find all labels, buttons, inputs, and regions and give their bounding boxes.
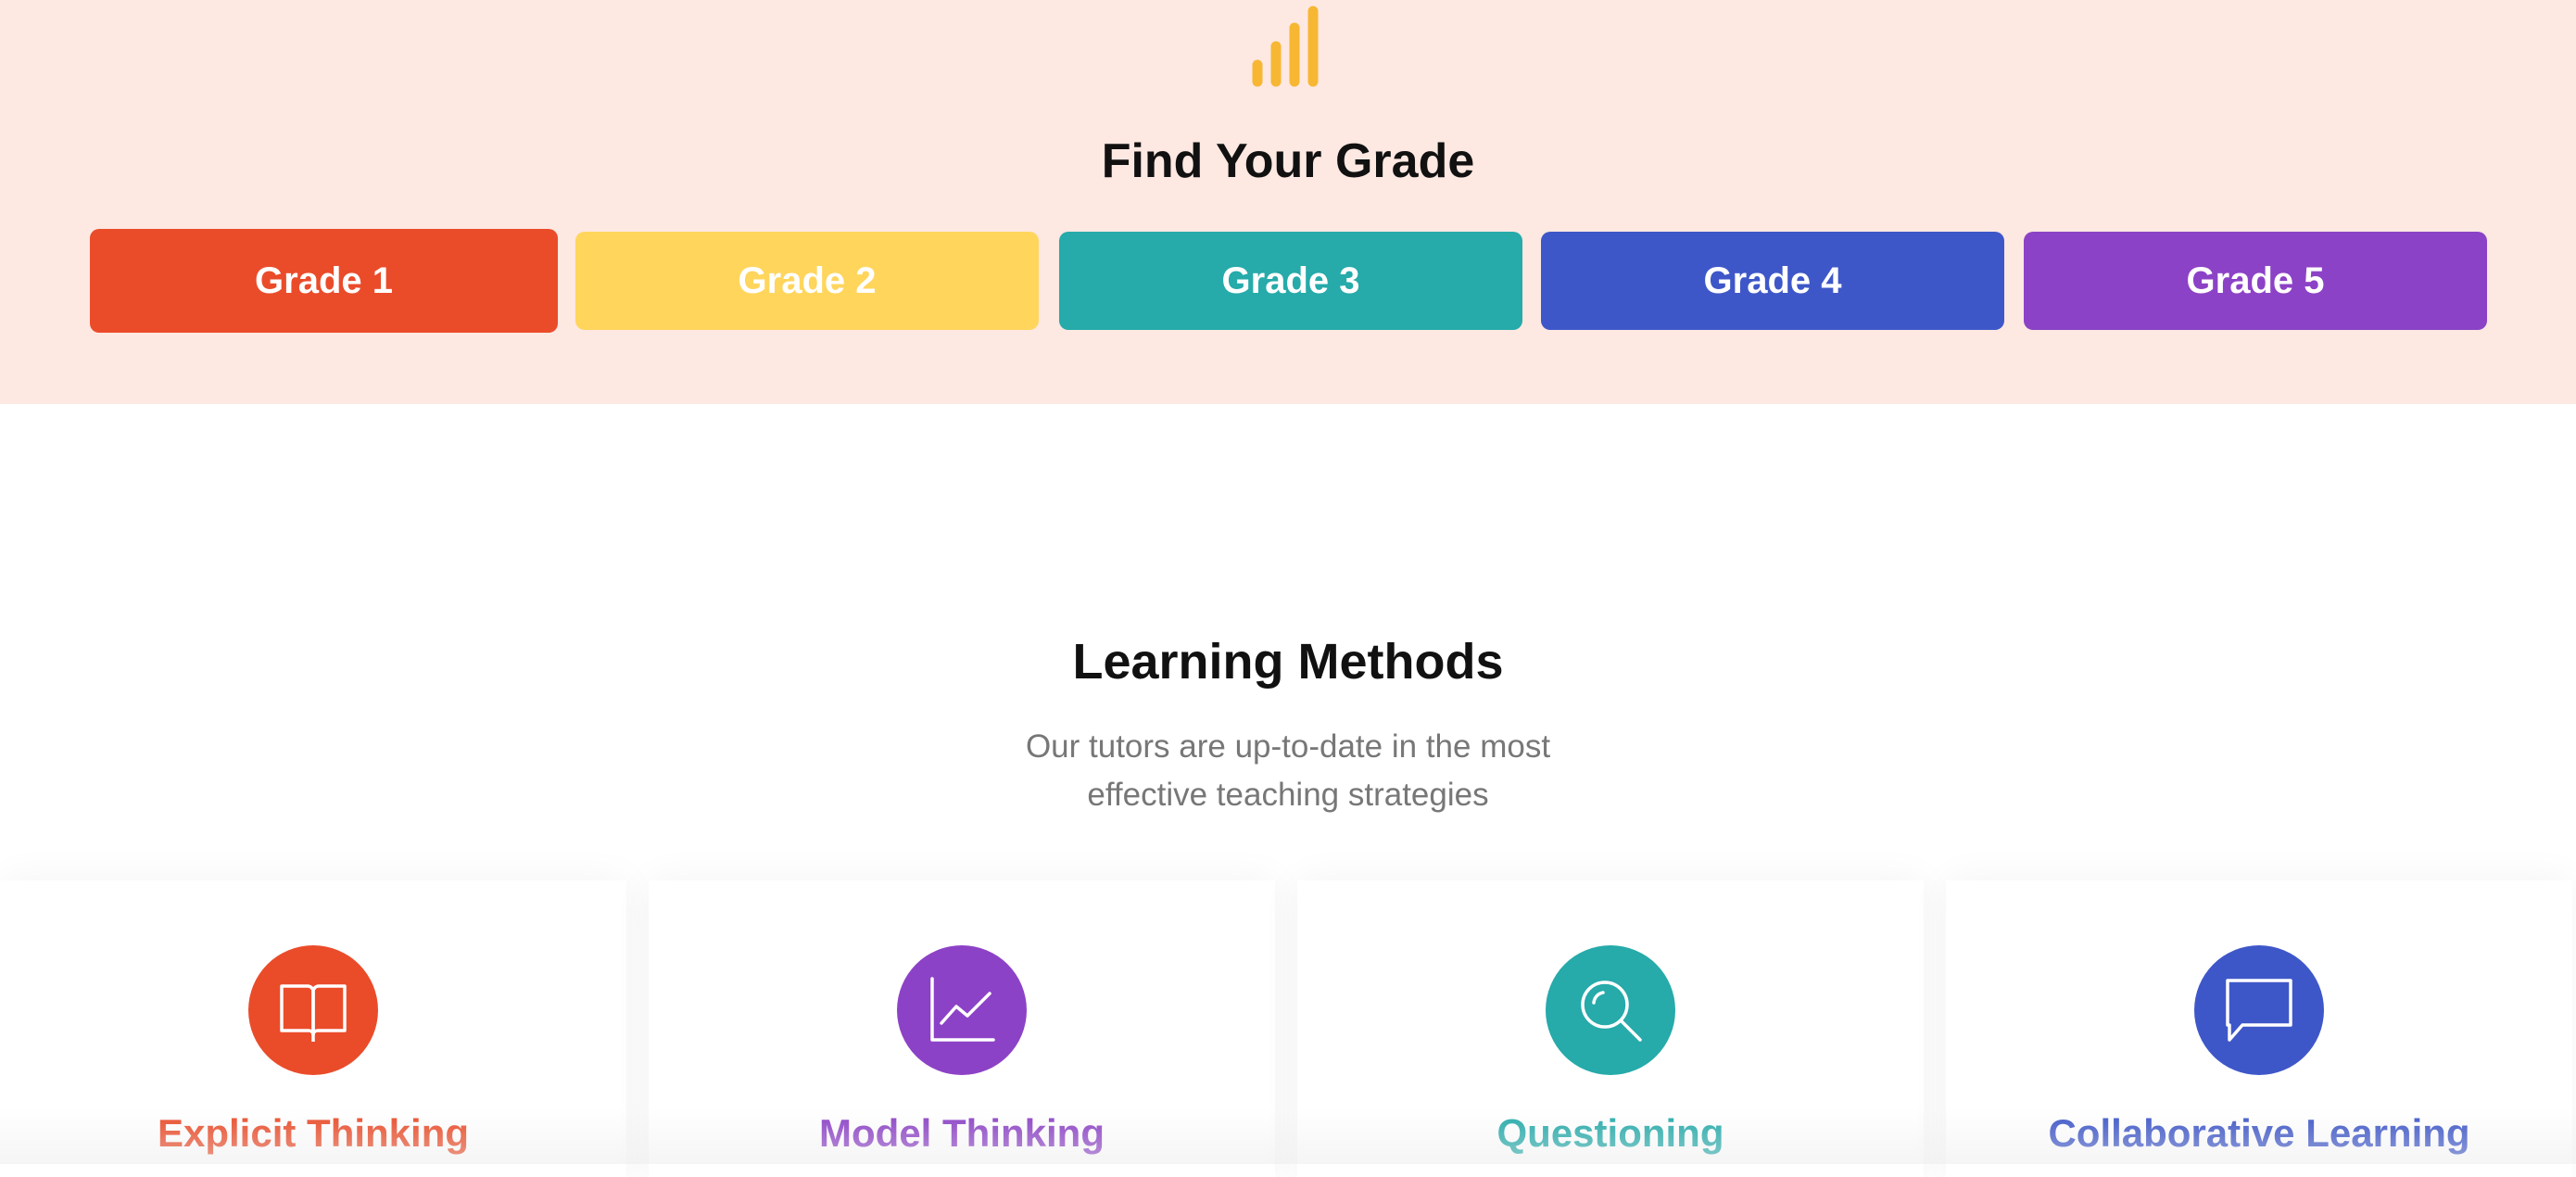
method-card-explicit-thinking: Explicit Thinking (0, 880, 626, 1177)
grade-2-button[interactable]: Grade 2 (575, 232, 1039, 330)
method-card-title: Collaborative Learning (2048, 1111, 2470, 1155)
open-book-icon (248, 945, 378, 1075)
methods-section-subtitle: Our tutors are up-to-date in the most ef… (1010, 723, 1566, 819)
chat-bubble-icon (2194, 945, 2324, 1075)
methods-subtitle-line1: Our tutors are up-to-date in the most (1025, 728, 1551, 765)
method-card-title: Questioning (1496, 1111, 1724, 1155)
methods-section-title: Learning Methods (1072, 634, 1504, 690)
line-chart-icon (897, 945, 1027, 1075)
grade-section: Find Your Grade Grade 1 Grade 2 Grade 3 … (0, 0, 2576, 404)
method-card-title: Explicit Thinking (157, 1111, 470, 1155)
grade-5-button[interactable]: Grade 5 (2024, 232, 2487, 330)
method-card-model-thinking: Model Thinking (649, 880, 1275, 1177)
method-card-title: Model Thinking (819, 1111, 1105, 1155)
method-card-questioning: Questioning (1297, 880, 1924, 1177)
signal-bars-icon (1252, 6, 1319, 87)
method-card-collaborative-learning: Collaborative Learning (1946, 880, 2572, 1177)
grade-1-button[interactable]: Grade 1 (90, 229, 558, 333)
magnifier-icon (1546, 945, 1675, 1075)
grade-4-button[interactable]: Grade 4 (1541, 232, 2004, 330)
methods-subtitle-line2: effective teaching strategies (1087, 777, 1489, 813)
grade-3-button[interactable]: Grade 3 (1059, 232, 1522, 330)
grade-section-title: Find Your Grade (1101, 134, 1475, 188)
